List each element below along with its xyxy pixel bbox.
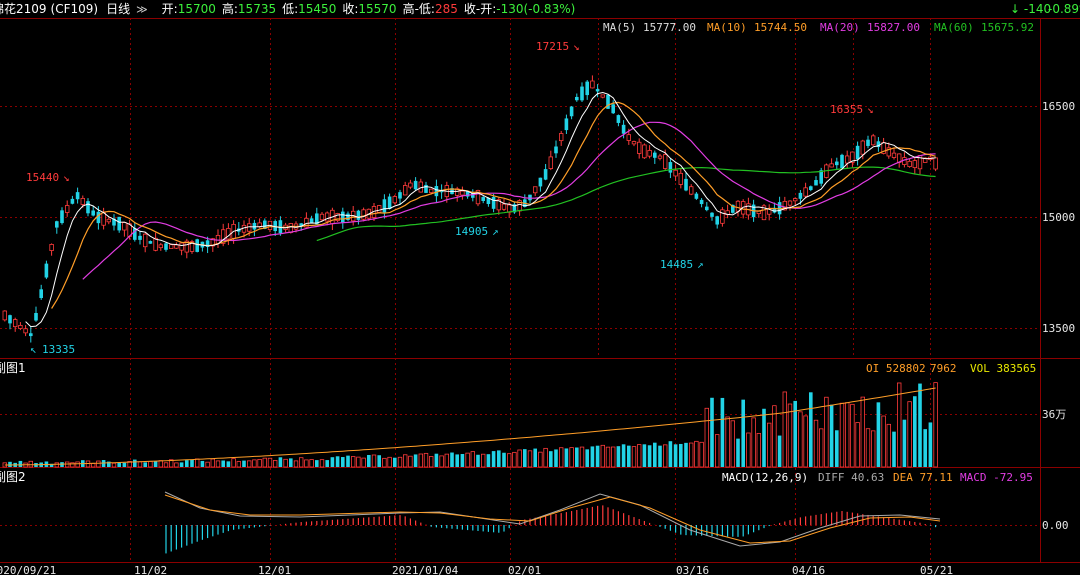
ma5-label: MA(5) (603, 21, 636, 34)
arrow-icon: ↘ (63, 171, 70, 184)
x-tick: 02/01 (508, 564, 541, 575)
ma60-value: 15675.92 (981, 21, 1034, 34)
candlestick-series (2, 75, 938, 343)
arrow-icon: ↘ (573, 40, 580, 53)
y-tick-vol: 36万 (1042, 408, 1066, 421)
ma10-label: MA(10) (707, 21, 747, 34)
ma5-value: 15777.00 (643, 21, 696, 34)
ma5-line (25, 91, 936, 328)
sub-panel-2[interactable]: 副图2 MACD(12,26,9) DIFF 40.63 DEA 77.11 M… (0, 470, 1033, 554)
x-tick: 05/21 (920, 564, 953, 575)
dea-line (164, 494, 941, 544)
x-tick: 11/02 (134, 564, 167, 575)
ma60-label: MA(60) (934, 21, 974, 34)
dea-value: DEA 77.11 (893, 471, 953, 484)
ma20-value: 15827.00 (867, 21, 920, 34)
chart-canvas[interactable]: MA(5) 15777.00 MA(10) 15744.50 MA(20) 15… (0, 0, 1080, 575)
oi-value: OI 528802 (866, 362, 926, 375)
volume-bars (2, 382, 938, 468)
ma10-value: 15744.50 (754, 21, 807, 34)
y-tick-macd: 0.00 (1042, 519, 1069, 532)
ma20-label: MA(20) (820, 21, 860, 34)
x-tick: 04/16 (792, 564, 825, 575)
arrow-icon: ↗ (697, 258, 704, 271)
arrow-icon: ↘ (867, 103, 874, 116)
x-axis: 2020/09/21 11/02 12/01 2021/01/04 02/01 … (0, 564, 953, 575)
diff-line (164, 491, 941, 547)
ma-legend: MA(5) 15777.00 MA(10) 15744.50 MA(20) 15… (603, 21, 1034, 34)
sub2-title: 副图2 (0, 470, 26, 484)
sub1-title: 副图1 (0, 361, 26, 375)
macd-params: MACD(12,26,9) (722, 471, 808, 484)
diff-value: DIFF 40.63 (818, 471, 884, 484)
macd-histogram (165, 505, 937, 554)
ma60-line (316, 166, 936, 242)
annotation-low-13335: 13335 (42, 343, 75, 356)
vol-value: VOL 383565 (970, 362, 1036, 375)
x-tick: 12/01 (258, 564, 291, 575)
price-annotations: 17215 ↘ 16355 ↘ 15440 ↘ 14905 ↗ 14485 ↗ … (26, 40, 874, 356)
annotation-high-16355: 16355 (830, 103, 863, 116)
oi-change: 7962 (930, 362, 957, 375)
annotation-high-17215: 17215 (536, 40, 569, 53)
y-tick-15000: 15000 (1042, 211, 1075, 224)
ma20-line (82, 121, 936, 280)
arrow-icon: ↖ (30, 343, 37, 356)
arrow-icon: ↗ (492, 225, 499, 238)
annotation-high-15440: 15440 (26, 171, 59, 184)
annotation-low-14905: 14905 (455, 225, 488, 238)
x-tick: 2021/01/04 (392, 564, 459, 575)
y-tick-16500: 16500 (1042, 100, 1075, 113)
macd-value: MACD -72.95 (960, 471, 1033, 484)
y-tick-13500: 13500 (1042, 322, 1075, 335)
annotation-low-14485: 14485 (660, 258, 693, 271)
x-tick: 2020/09/21 (0, 564, 56, 575)
x-tick: 03/16 (676, 564, 709, 575)
